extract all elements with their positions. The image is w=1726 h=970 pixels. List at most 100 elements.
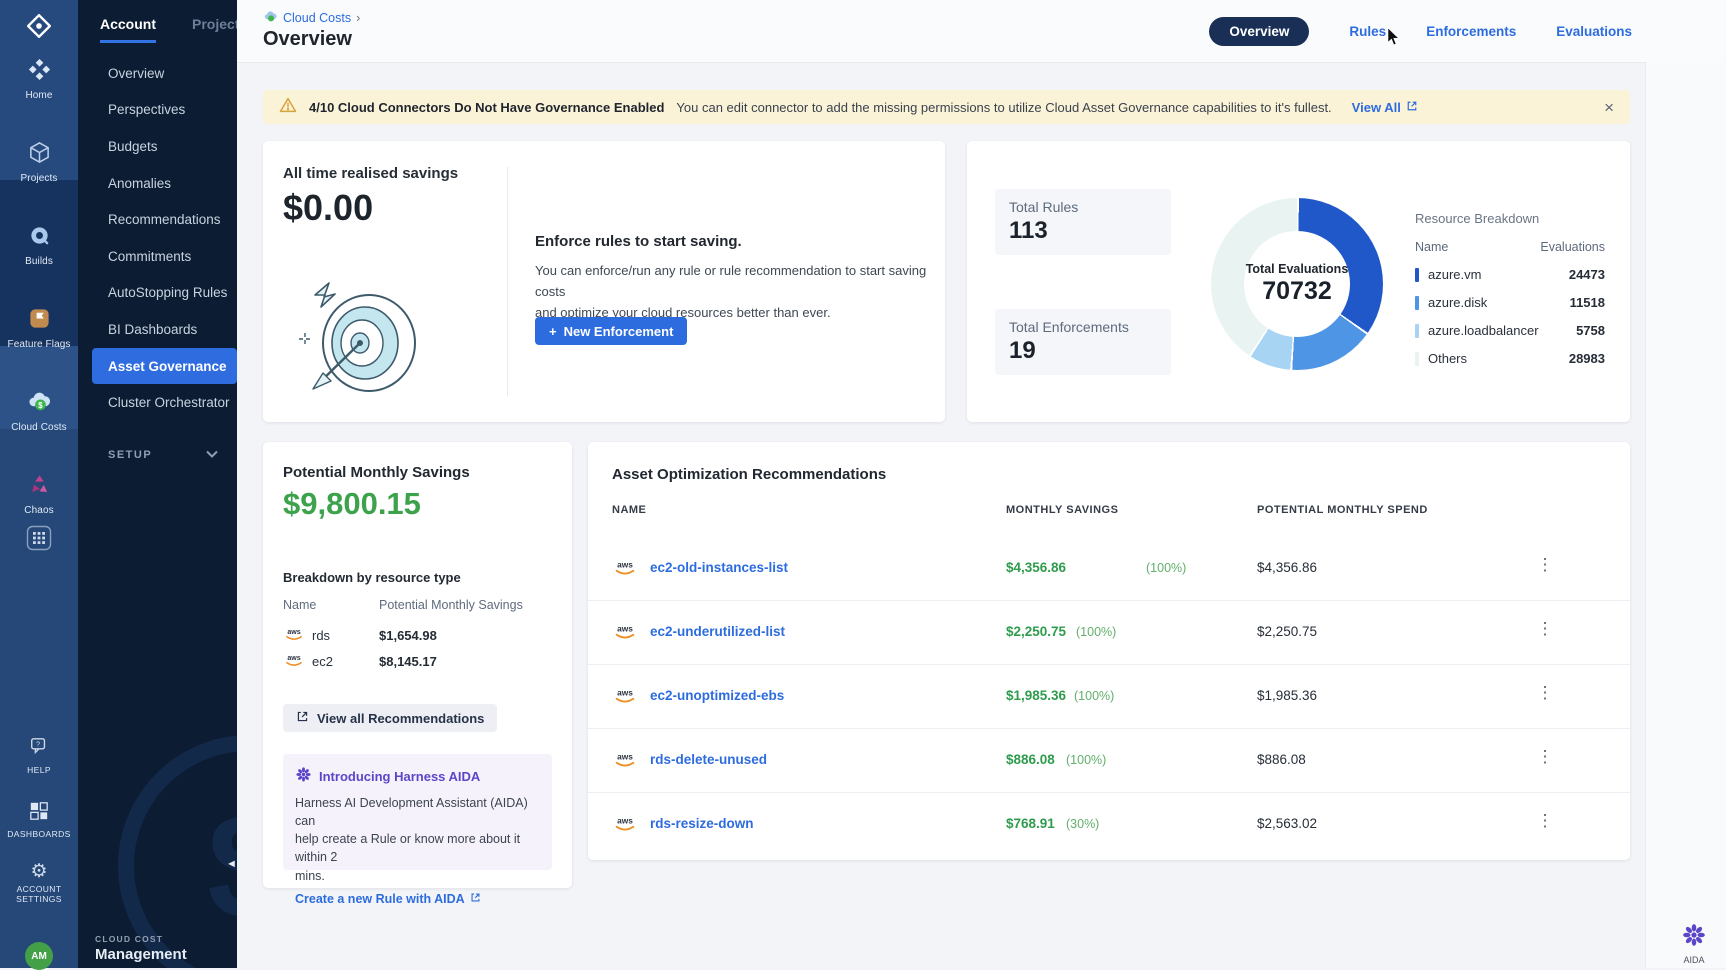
tab-overview[interactable]: Overview (1209, 17, 1309, 46)
help-chat-icon: ? (28, 737, 50, 762)
sidebar-item-bi-dashboards[interactable]: BI Dashboards (78, 311, 237, 348)
view-all-recommendations-button[interactable]: View all Recommendations (283, 704, 497, 732)
total-rules-value: 113 (1009, 217, 1157, 245)
external-link-icon (296, 710, 309, 726)
rail-item-feature-flags[interactable]: Feature Flags (0, 293, 78, 363)
realised-savings-value: $0.00 (283, 187, 373, 229)
aws-icon: aws (283, 652, 305, 671)
recommendations-title: Asset Optimization Recommendations (612, 466, 886, 483)
table-row[interactable]: aws ec2-underutilized-list $2,250.75 (10… (588, 601, 1630, 665)
kebab-menu-icon[interactable]: ⋮ (1536, 619, 1554, 639)
table-row[interactable]: aws rds-delete-unused $886.08 (100%) $88… (588, 729, 1630, 793)
avatar[interactable]: AM (25, 942, 53, 970)
aws-icon: aws (612, 622, 638, 646)
kebab-menu-icon[interactable]: ⋮ (1536, 811, 1554, 831)
rail-item-cloud-costs[interactable]: $ Cloud Costs (0, 376, 78, 446)
recommendation-link[interactable]: ec2-old-instances-list (650, 560, 788, 575)
tab-account[interactable]: Account (100, 16, 156, 43)
breadcrumb-cloud-costs-link[interactable]: Cloud Costs (283, 11, 351, 25)
sidebar-item-asset-governance[interactable]: Asset Governance (92, 348, 237, 385)
rail-item-dashboards[interactable]: DASHBOARDS (0, 792, 78, 848)
realised-savings-card: All time realised savings $0.00 Enforce … (263, 141, 945, 422)
evaluations-donut: Total Evaluations 70732 (1211, 198, 1383, 370)
aida-fab-label: AIDA (1683, 955, 1704, 965)
kebab-menu-icon[interactable]: ⋮ (1536, 747, 1554, 767)
module-grid-icon (26, 525, 52, 556)
tab-project[interactable]: Project (192, 16, 237, 43)
potential-savings-card: Potential Monthly Savings $9,800.15 Brea… (263, 442, 572, 888)
legend-row: azure.vm 24473 (1415, 267, 1605, 282)
gear-icon: ⚙ (30, 862, 47, 881)
legend-row: azure.disk 11518 (1415, 295, 1605, 310)
tab-evaluations[interactable]: Evaluations (1556, 24, 1632, 39)
sidebar-item-cluster-orchestrator[interactable]: Cluster Orchestrator (78, 384, 237, 421)
realised-savings-label: All time realised savings (283, 165, 458, 182)
rail-item-chaos[interactable]: Chaos (0, 459, 78, 529)
recommendation-link[interactable]: rds-delete-unused (650, 752, 767, 767)
sidebar-item-recommendations[interactable]: Recommendations (78, 201, 237, 238)
tab-rules[interactable]: Rules (1349, 24, 1386, 39)
new-enforcement-button[interactable]: + New Enforcement (535, 317, 687, 345)
kebab-menu-icon[interactable]: ⋮ (1536, 683, 1554, 703)
legend-row: azure.loadbalancer 5758 (1415, 323, 1605, 338)
asset-optimization-card: Asset Optimization Recommendations NAME … (588, 442, 1630, 860)
builds-icon (28, 224, 51, 252)
aws-icon: aws (283, 626, 305, 645)
harness-logo-icon (0, 8, 78, 44)
setup-section-toggle[interactable]: SETUP (108, 449, 218, 461)
legend-swatch (1415, 296, 1419, 310)
breakdown-row-rds: aws rds $1,654.98 (283, 626, 533, 645)
projects-icon (28, 141, 51, 169)
kebab-menu-icon[interactable]: ⋮ (1536, 555, 1554, 575)
rail-item-account-settings[interactable]: ⚙ ACCOUNT SETTINGS (0, 852, 78, 914)
evaluations-stats-card: Total Rules 113 Total Enforcements 19 To… (967, 141, 1630, 422)
monthly-savings-value: $1,985.36 (1006, 688, 1066, 703)
banner-close-icon[interactable]: × (1604, 99, 1614, 116)
recommendation-link[interactable]: rds-resize-down (650, 816, 754, 831)
sidebar-item-commitments[interactable]: Commitments (78, 238, 237, 275)
tab-enforcements[interactable]: Enforcements (1426, 24, 1516, 39)
page-title: Overview (263, 28, 352, 51)
rail-item-label: HELP (27, 766, 51, 775)
module-picker-button[interactable] (0, 520, 78, 560)
create-rule-with-aida-link[interactable]: Create a new Rule with AIDA (295, 892, 540, 906)
view-all-link[interactable]: View All (1352, 100, 1418, 115)
savings-percent: (100%) (1074, 689, 1114, 703)
target-illustration (277, 277, 437, 408)
rail-item-home[interactable]: Home (0, 44, 78, 114)
svg-text:aws: aws (617, 688, 633, 698)
potential-savings-title: Potential Monthly Savings (283, 464, 470, 481)
rail-item-projects[interactable]: Projects (0, 127, 78, 197)
sidebar-collapse-toggle[interactable]: ◄ (226, 858, 237, 870)
svg-text:aws: aws (617, 816, 633, 826)
dashboards-icon (29, 801, 49, 826)
table-row[interactable]: aws ec2-unoptimized-ebs $1,985.36 (100%)… (588, 665, 1630, 729)
legend-header: Name Evaluations (1415, 240, 1605, 254)
legend-swatch (1415, 352, 1419, 366)
table-row[interactable]: aws rds-resize-down $768.91 (30%) $2,563… (588, 793, 1630, 856)
table-row[interactable]: aws ec2-old-instances-list $4,356.86 (10… (588, 537, 1630, 601)
svg-text:aws: aws (617, 560, 633, 570)
sidebar-item-overview[interactable]: Overview (78, 55, 237, 92)
sidebar-item-budgets[interactable]: Budgets (78, 128, 237, 165)
sidebar-item-anomalies[interactable]: Anomalies (78, 165, 237, 202)
page-header: Cloud Costs › Overview Overview Rules En… (237, 0, 1726, 63)
rail-item-help[interactable]: ? HELP (0, 728, 78, 784)
aida-fab[interactable]: AIDA (1672, 922, 1716, 965)
total-enforcements-label: Total Enforcements (1009, 319, 1157, 335)
donut-center-value: 70732 (1262, 277, 1332, 306)
module-rail: Home Projects Builds Feature Flags $ Clo… (0, 0, 78, 968)
recommendation-link[interactable]: ec2-underutilized-list (650, 624, 785, 639)
cloud-costs-icon: $ (27, 390, 52, 418)
sidebar-item-autostopping-rules[interactable]: AutoStopping Rules (78, 275, 237, 312)
legend-title: Resource Breakdown (1415, 211, 1605, 226)
rail-item-label: ACCOUNT SETTINGS (7, 885, 71, 904)
governance-tabs: Overview Rules Enforcements Evaluations (1209, 17, 1632, 46)
sidebar-item-perspectives[interactable]: Perspectives (78, 92, 237, 129)
chevron-down-icon (206, 449, 218, 461)
aida-promo-body: Harness AI Development Assistant (AIDA) … (295, 794, 540, 885)
aida-promo-title: Introducing Harness AIDA (319, 769, 480, 784)
donut-center-label: Total Evaluations (1246, 262, 1349, 276)
rail-item-builds[interactable]: Builds (0, 210, 78, 280)
recommendation-link[interactable]: ec2-unoptimized-ebs (650, 688, 784, 703)
